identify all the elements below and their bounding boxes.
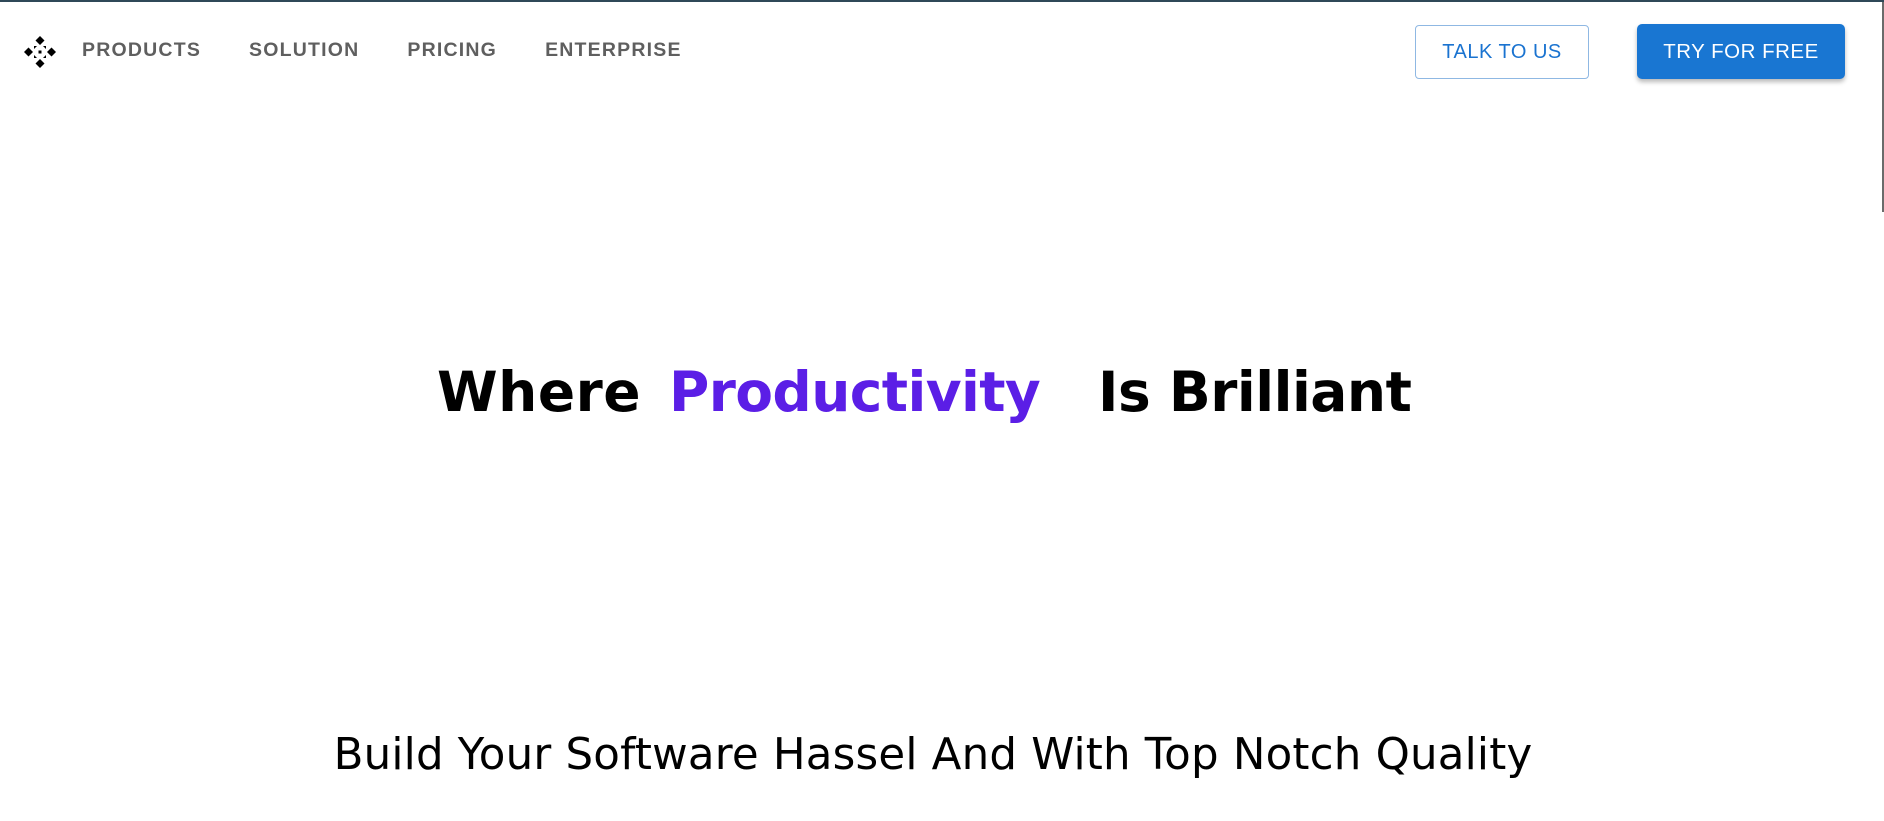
hero-headline: Where Productivity Is Brilliant xyxy=(0,352,1884,432)
nav-item-products[interactable]: PRODUCTS xyxy=(82,38,201,62)
subheadline-text: Build Your Software Hassel And With Top … xyxy=(333,730,1533,780)
headline-word-is-brilliant: Is Brilliant xyxy=(1098,360,1412,424)
talk-to-us-button[interactable]: TALK TO US xyxy=(1415,25,1589,79)
diamond-dots-logo-icon[interactable] xyxy=(22,34,58,70)
nav-item-pricing[interactable]: PRICING xyxy=(407,38,497,62)
try-for-free-button[interactable]: TRY FOR FREE xyxy=(1637,24,1845,79)
landing-page: PRODUCTS SOLUTION PRICING ENTERPRISE TAL… xyxy=(0,0,1884,821)
nav-item-solution[interactable]: SOLUTION xyxy=(249,38,359,62)
site-header: PRODUCTS SOLUTION PRICING ENTERPRISE TAL… xyxy=(0,2,1884,98)
main-nav: PRODUCTS SOLUTION PRICING ENTERPRISE xyxy=(82,38,730,62)
headline-word-where: Where xyxy=(437,360,642,424)
nav-item-enterprise[interactable]: ENTERPRISE xyxy=(545,38,682,62)
hero-subheadline: Build Your Software Hassel And With Top … xyxy=(0,725,1884,785)
headline-highlight-word: Productivity xyxy=(669,360,1041,424)
